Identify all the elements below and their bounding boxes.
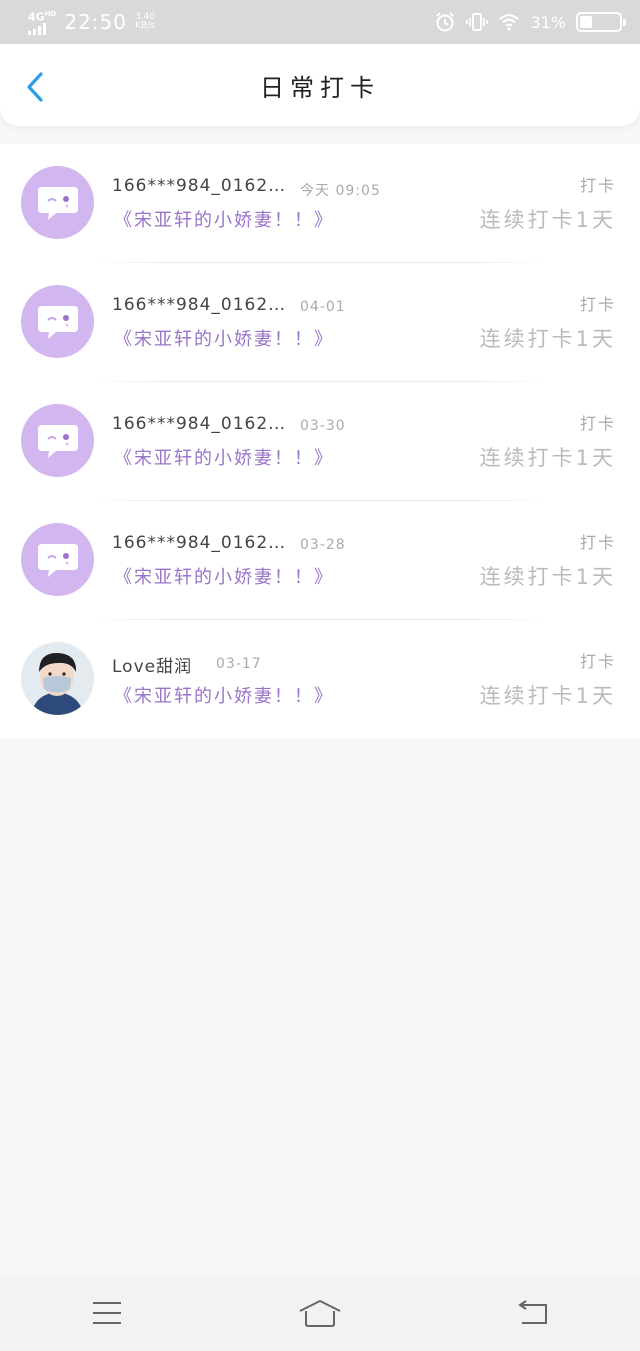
user-name: 166***984_0162… <box>112 414 287 434</box>
list-item[interactable]: Love甜润 03-17 《宋亚轩的小娇妻！！》 打卡 连续打卡1天 <box>0 620 640 739</box>
checkin-date: 03-17 <box>216 656 262 672</box>
checkin-date: 04-01 <box>300 299 346 315</box>
network-indicator: 4GHD <box>28 9 56 35</box>
checkin-date: 今天 09:05 <box>300 183 381 199</box>
system-nav-bar <box>0 1275 640 1351</box>
book-title[interactable]: 《宋亚轩的小娇妻！！》 <box>114 444 334 470</box>
chevron-left-icon <box>27 72 43 102</box>
checkin-list: 166***984_0162… 今天 09:05 《宋亚轩的小娇妻！！》 打卡 … <box>0 144 640 739</box>
network-hd: HD <box>44 10 57 19</box>
user-photo-avatar[interactable] <box>21 642 94 715</box>
back-nav-button[interactable] <box>503 1288 563 1338</box>
battery-percent: 31% <box>530 12 566 32</box>
checkin-date: 03-28 <box>300 537 346 553</box>
wifi-icon <box>498 11 520 33</box>
streak-label: 连续打卡1天 <box>479 684 616 708</box>
user-name: Love甜润 <box>112 657 193 677</box>
signal-icon <box>28 22 46 35</box>
page-title: 日常打卡 <box>260 73 380 102</box>
streak-label: 连续打卡1天 <box>479 565 616 589</box>
battery-icon <box>576 12 626 32</box>
list-item[interactable]: 166***984_0162… 今天 09:05 《宋亚轩的小娇妻！！》 打卡 … <box>0 144 640 263</box>
streak-label: 连续打卡1天 <box>479 327 616 351</box>
status-bar: 4GHD 22:50 3.40 KB/s 31% <box>0 0 640 44</box>
checkin-button[interactable]: 打卡 <box>580 529 616 553</box>
network-speed: 3.40 KB/s <box>135 13 155 31</box>
battery-level <box>580 16 592 28</box>
chat-bubble-avatar[interactable] <box>21 285 94 358</box>
book-title[interactable]: 《宋亚轩的小娇妻！！》 <box>114 325 334 351</box>
checkin-button[interactable]: 打卡 <box>580 172 616 196</box>
alarm-icon <box>434 11 456 33</box>
chat-bubble-avatar[interactable] <box>21 166 94 239</box>
chat-bubble-avatar[interactable] <box>21 404 94 477</box>
menu-icon <box>92 1302 121 1324</box>
user-name: 166***984_0162… <box>112 533 287 553</box>
list-item[interactable]: 166***984_0162… 04-01 《宋亚轩的小娇妻！！》 打卡 连续打… <box>0 263 640 382</box>
list-item[interactable]: 166***984_0162… 03-30 《宋亚轩的小娇妻！！》 打卡 连续打… <box>0 382 640 501</box>
book-title[interactable]: 《宋亚轩的小娇妻！！》 <box>114 682 334 708</box>
home-button[interactable] <box>290 1288 350 1338</box>
chat-bubble-avatar[interactable] <box>21 523 94 596</box>
checkin-button[interactable]: 打卡 <box>580 648 616 672</box>
book-title[interactable]: 《宋亚轩的小娇妻！！》 <box>114 563 334 589</box>
home-icon <box>299 1299 341 1327</box>
list-item[interactable]: 166***984_0162… 03-28 《宋亚轩的小娇妻！！》 打卡 连续打… <box>0 501 640 620</box>
checkin-button[interactable]: 打卡 <box>580 291 616 315</box>
checkin-button[interactable]: 打卡 <box>580 410 616 434</box>
clock: 22:50 <box>64 10 127 34</box>
user-name: 166***984_0162… <box>112 176 287 196</box>
user-name: 166***984_0162… <box>112 295 287 315</box>
vibrate-icon <box>466 11 489 33</box>
book-title[interactable]: 《宋亚轩的小娇妻！！》 <box>114 206 334 232</box>
network-speed-unit: KB/s <box>135 21 155 31</box>
page-header: 日常打卡 <box>0 44 640 126</box>
streak-label: 连续打卡1天 <box>479 208 616 232</box>
streak-label: 连续打卡1天 <box>479 446 616 470</box>
checkin-date: 03-30 <box>300 418 346 434</box>
back-button[interactable] <box>20 70 50 104</box>
menu-button[interactable] <box>77 1288 137 1338</box>
back-icon <box>518 1300 548 1324</box>
